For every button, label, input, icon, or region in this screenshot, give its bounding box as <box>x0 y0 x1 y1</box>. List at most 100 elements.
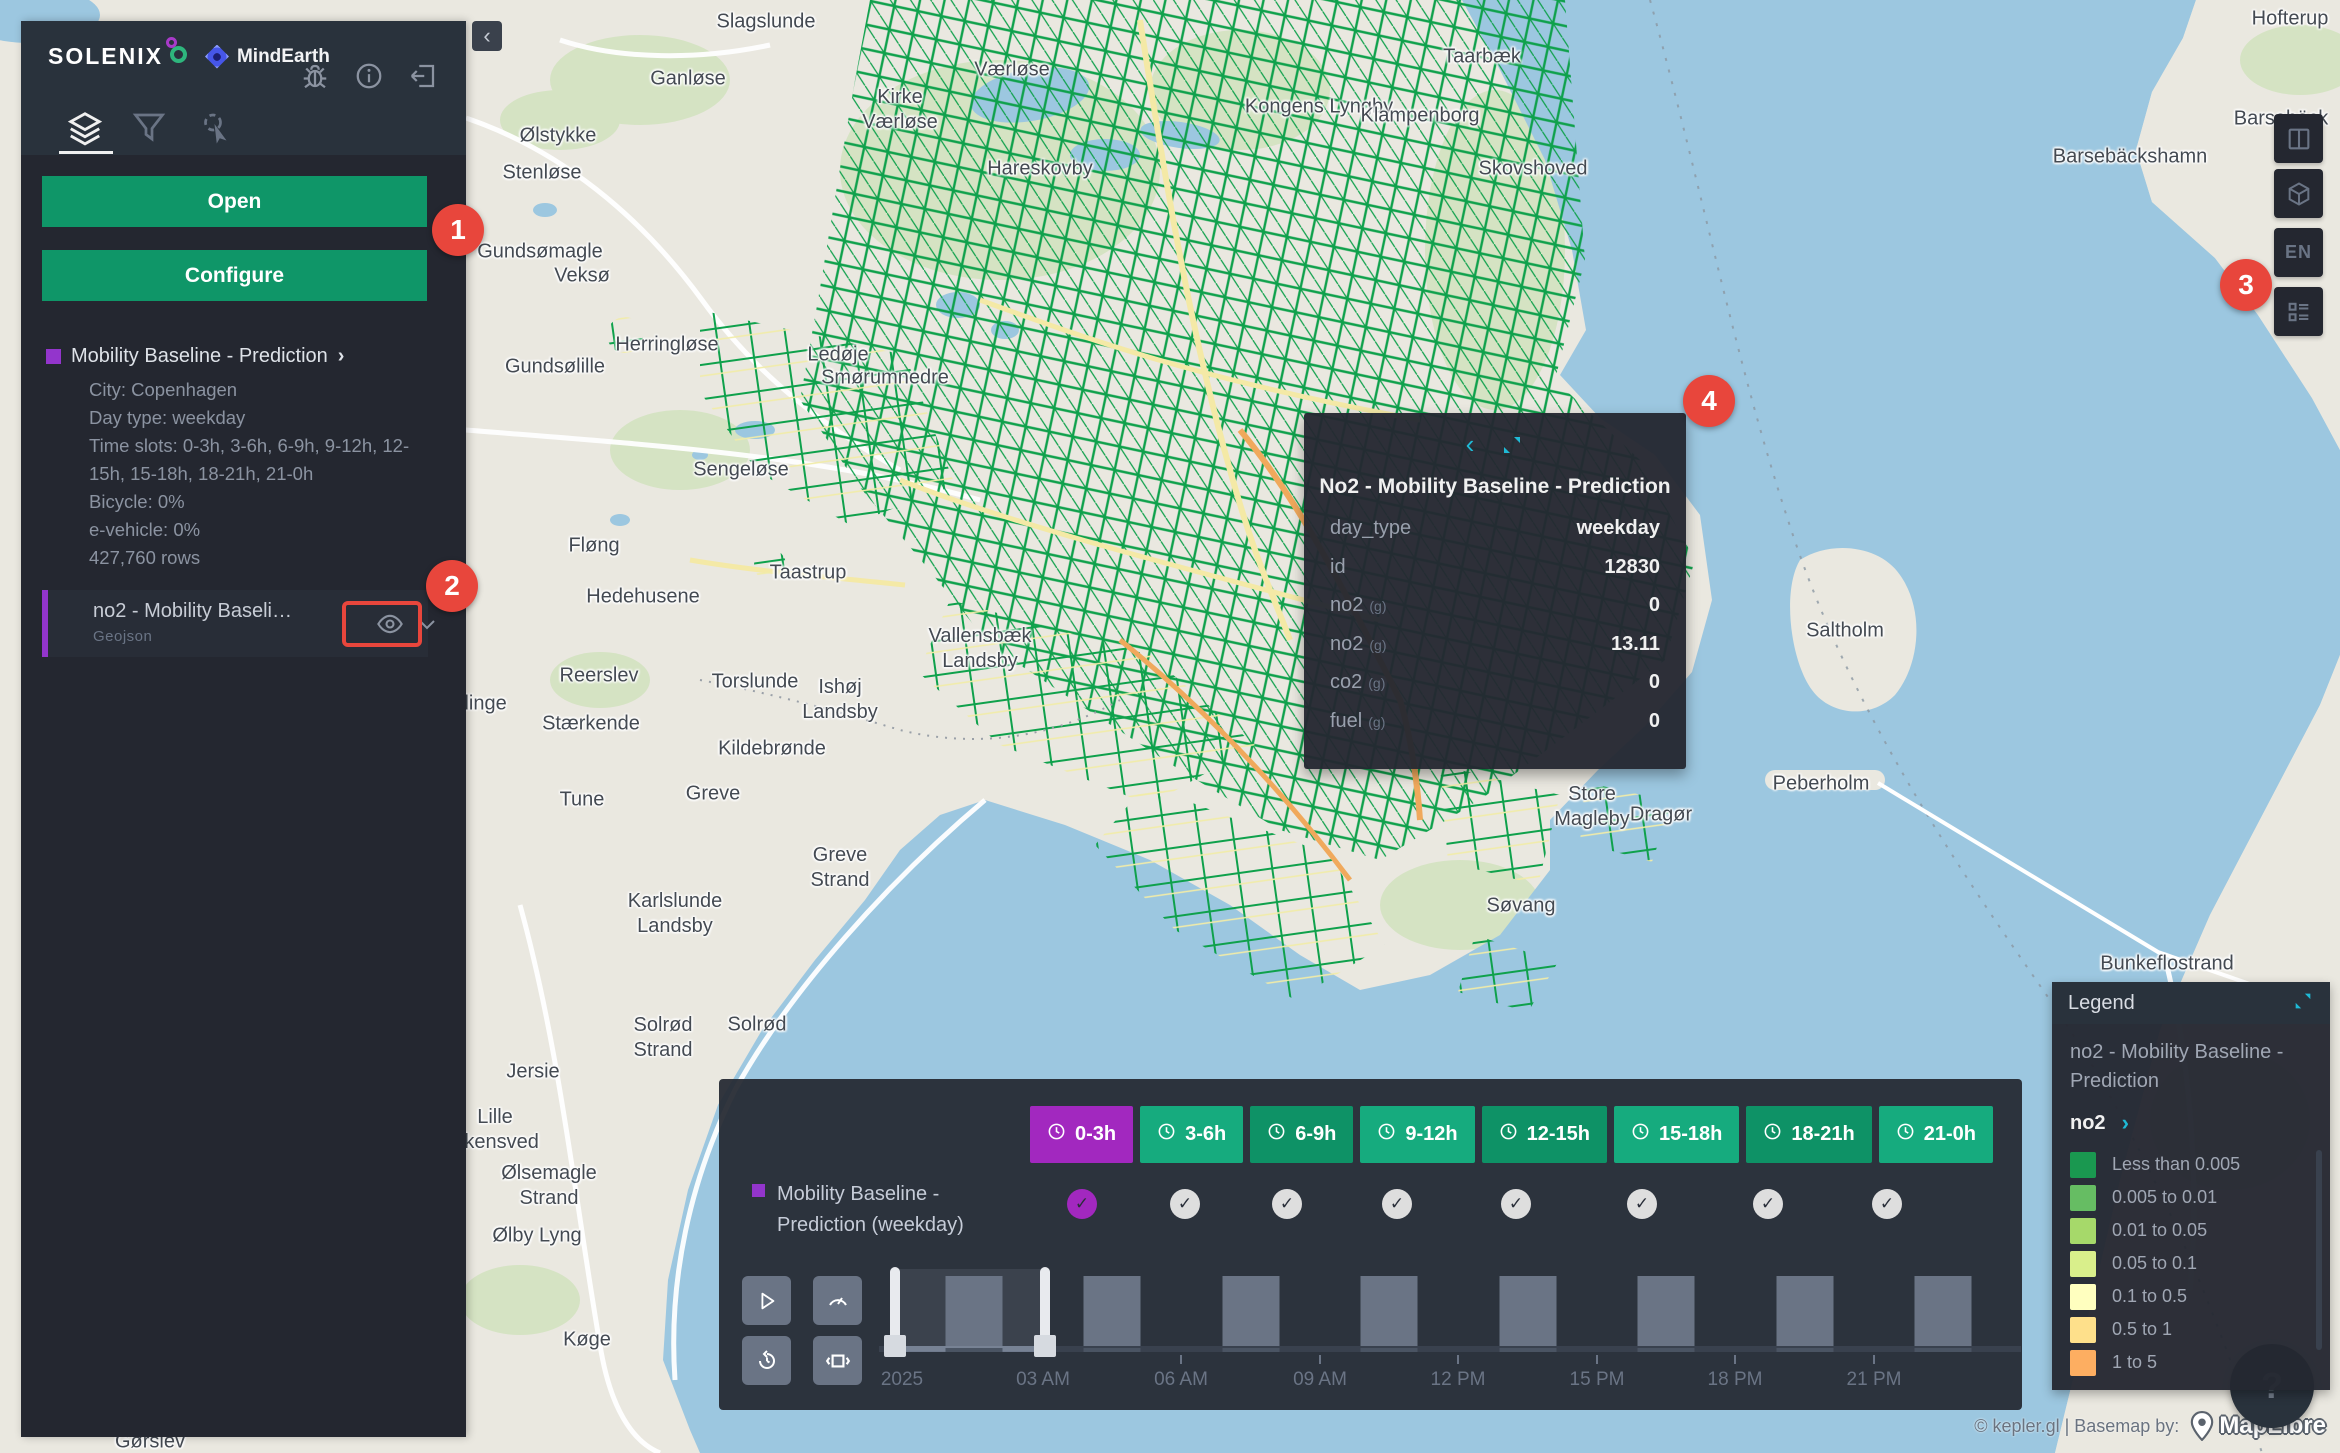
exit-icon[interactable] <box>408 61 438 96</box>
tab-layers[interactable] <box>58 109 112 151</box>
histogram-bar-base <box>946 1348 1003 1352</box>
dataset-detail-line: Bicycle: 0% <box>89 488 419 516</box>
legend-scrollbar[interactable] <box>2316 1150 2322 1350</box>
map-place-label: Klampenborg <box>1361 104 1480 129</box>
expand-icon[interactable] <box>2292 990 2314 1017</box>
dataset-details: City: CopenhagenDay type: weekdayTime sl… <box>89 376 419 572</box>
slot-checkmark[interactable]: ✓ <box>1067 1189 1097 1219</box>
time-slot-button-3-6h[interactable]: 3-6h <box>1140 1106 1243 1163</box>
tooltip-row: day_typeweekday <box>1330 517 1660 556</box>
3d-view-button[interactable] <box>2274 169 2323 218</box>
tab-interactions[interactable] <box>189 109 243 151</box>
time-slot-button-18-21h[interactable]: 18-21h <box>1746 1106 1871 1163</box>
timeline-tick-mark <box>1457 1355 1459 1364</box>
map-place-label: Slagslunde <box>717 10 816 35</box>
play-button[interactable] <box>742 1276 791 1325</box>
slot-checkmark[interactable]: ✓ <box>1272 1189 1302 1219</box>
timeline-handle-end[interactable] <box>1040 1267 1050 1343</box>
map-place-label: Barsebäckshamn <box>2053 145 2208 170</box>
time-slot-label: 3-6h <box>1185 1123 1226 1146</box>
slot-checkmark[interactable]: ✓ <box>1753 1189 1783 1219</box>
histogram-bar <box>1500 1276 1557 1346</box>
time-slot-button-12-15h[interactable]: 12-15h <box>1482 1106 1607 1163</box>
slot-checkmark[interactable]: ✓ <box>1170 1189 1200 1219</box>
time-slot-button-6-9h[interactable]: 6-9h <box>1250 1106 1353 1163</box>
map-place-label: Veksø <box>554 264 610 289</box>
tab-filters[interactable] <box>122 109 176 151</box>
timeline-tick-mark <box>1319 1355 1321 1364</box>
language-button[interactable]: EN <box>2274 228 2323 277</box>
time-slot-label: 18-21h <box>1791 1123 1854 1146</box>
map-place-label: Torslunde <box>712 670 799 695</box>
timeline-handle-end-grip[interactable] <box>1034 1335 1056 1357</box>
speed-button[interactable] <box>813 1276 862 1325</box>
map-place-label: Taarbæk <box>1443 45 1521 70</box>
time-slot-label: 9-12h <box>1405 1123 1457 1146</box>
bug-icon[interactable] <box>300 61 330 96</box>
info-icon[interactable] <box>354 61 384 96</box>
tooltip-row-unit: (g) <box>1368 714 1385 730</box>
time-slot-button-9-12h[interactable]: 9-12h <box>1360 1106 1474 1163</box>
legend-item-label: 0.1 to 0.5 <box>2112 1286 2187 1307</box>
tooltip-row-label: id <box>1330 556 1346 579</box>
layer-title: no2 - Mobility Baseli… <box>93 600 292 623</box>
expand-icon[interactable] <box>1500 433 1524 462</box>
timeline-tick-label: 15 PM <box>1570 1369 1625 1391</box>
dataset-title-row[interactable]: Mobility Baseline - Prediction › <box>46 345 442 368</box>
split-map-button[interactable] <box>2274 114 2323 163</box>
time-panel-layer-label: Mobility Baseline - Prediction (weekday) <box>777 1179 964 1241</box>
tooltip-row-value: 13.11 <box>1611 633 1660 656</box>
legend-item: Less than 0.005 <box>2070 1148 2312 1181</box>
layer-type: Geojson <box>93 628 152 645</box>
time-slot-button-21-0h[interactable]: 21-0h <box>1879 1106 1993 1163</box>
time-slot-button-15-18h[interactable]: 15-18h <box>1614 1106 1739 1163</box>
map-place-label: Saltholm <box>1806 619 1884 644</box>
side-panel-header: SOLENIX MindEarth <box>21 21 466 155</box>
map-place-label: Gundsølille <box>505 355 605 380</box>
map-place-label: Store Magleby <box>1554 782 1630 832</box>
sidebar-collapse-button[interactable]: ‹ <box>472 21 502 51</box>
legend-field-row[interactable]: no2 › <box>2070 1110 2312 1136</box>
legend-color-swatch <box>2070 1152 2096 1178</box>
open-button[interactable]: Open <box>42 176 427 227</box>
reset-button[interactable] <box>742 1336 791 1385</box>
histogram-bar <box>1777 1276 1834 1346</box>
slot-checkmark[interactable]: ✓ <box>1627 1189 1657 1219</box>
timeline-handle-start[interactable] <box>890 1267 900 1343</box>
dataset-detail-line: Day type: weekday <box>89 404 419 432</box>
configure-button[interactable]: Configure <box>42 250 427 301</box>
legend-color-swatch <box>2070 1185 2096 1211</box>
legend-item: 0.05 to 0.1 <box>2070 1247 2312 1280</box>
legend-toggle-button[interactable] <box>2274 287 2323 336</box>
clock-icon <box>1499 1122 1518 1147</box>
map-place-label: Hareskovby <box>987 157 1093 182</box>
chevron-right-icon[interactable]: › <box>338 345 345 368</box>
timeline-tick-label: 09 AM <box>1293 1369 1347 1391</box>
timeline-tick-label: 18 PM <box>1708 1369 1763 1391</box>
window-mode-button[interactable] <box>813 1336 862 1385</box>
slot-checkmark[interactable]: ✓ <box>1872 1189 1902 1219</box>
timeline-handle-start-grip[interactable] <box>884 1335 906 1357</box>
clock-icon <box>1377 1122 1396 1147</box>
legend-title: Legend <box>2068 992 2135 1015</box>
tooltip-row-value: 0 <box>1649 594 1660 617</box>
histogram-bar-base <box>1223 1348 1280 1352</box>
layer-color-swatch <box>752 1184 765 1197</box>
map-place-label: Taastrup <box>770 561 847 586</box>
legend-item: 0.005 to 0.01 <box>2070 1181 2312 1214</box>
legend-layer-title: no2 - Mobility Baseline - Prediction <box>2070 1038 2312 1096</box>
map-place-label: Kirke Værløse <box>862 85 938 135</box>
timeline-tick-label: 03 AM <box>1016 1369 1070 1391</box>
back-icon[interactable]: ‹ <box>1466 433 1475 462</box>
map-place-label: Ølsemagle Strand <box>501 1161 597 1211</box>
time-slot-label: 15-18h <box>1659 1123 1722 1146</box>
timeline-tick-mark <box>1180 1355 1182 1364</box>
map-place-label: Reerslev <box>560 664 639 689</box>
slot-checkmark[interactable]: ✓ <box>1501 1189 1531 1219</box>
map-place-label: Hofterup <box>2252 7 2329 32</box>
annotation-badge: 4 <box>1683 375 1735 427</box>
time-slot-button-0-3h[interactable]: 0-3h <box>1030 1106 1133 1163</box>
time-slot-label: 12-15h <box>1527 1123 1590 1146</box>
map-place-label: Ishøj Landsby <box>802 675 878 725</box>
slot-checkmark[interactable]: ✓ <box>1382 1189 1412 1219</box>
